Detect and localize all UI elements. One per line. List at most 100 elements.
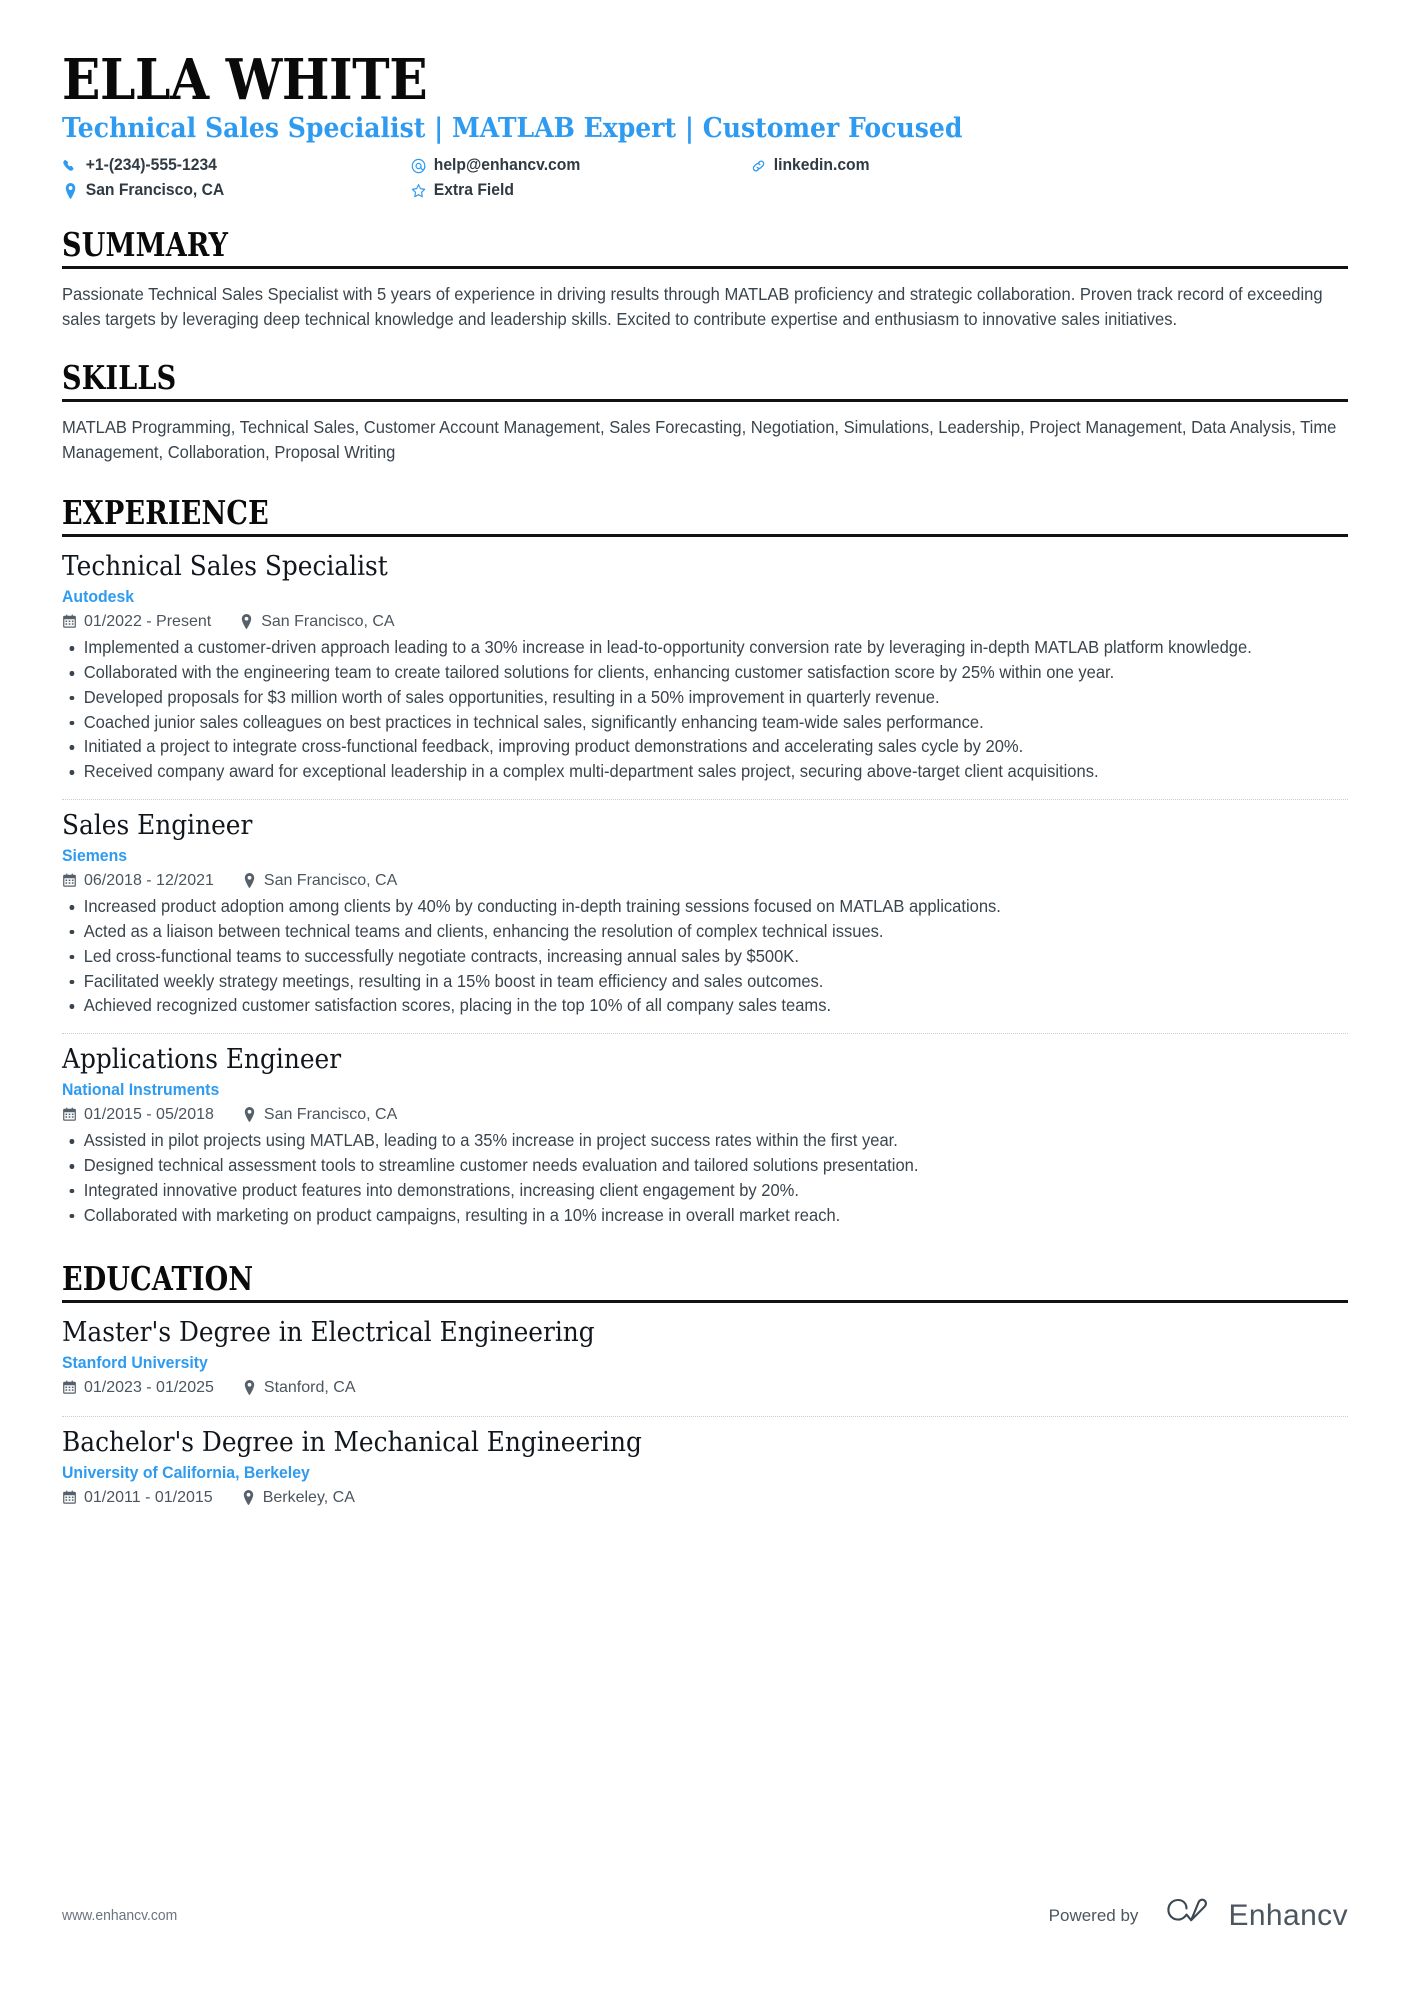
- location-pin-icon: [242, 1379, 257, 1395]
- entry-separator: [62, 1416, 1348, 1418]
- experience-bullet-item: Collaborated with marketing on product c…: [62, 1204, 1369, 1228]
- skills-section: SKILLS MATLAB Programming, Technical Sal…: [62, 357, 1348, 465]
- education-divider: [62, 1299, 1348, 1303]
- experience-entry-location-text: San Francisco, CA: [263, 1106, 398, 1124]
- education-entry-organization[interactable]: Stanford University: [62, 1352, 1258, 1373]
- calendar-icon: [62, 873, 77, 888]
- candidate-headline: Technical Sales Specialist | MATLAB Expe…: [62, 113, 963, 145]
- contact-email-text: help@enhancv.com: [433, 156, 581, 175]
- summary-text: Passionate Technical Sales Specialist wi…: [62, 284, 1323, 329]
- contact-location-text: San Francisco, CA: [85, 180, 225, 199]
- education-entry-dates: 01/2011 - 01/2015: [62, 1488, 213, 1507]
- experience-bullet-item: Achieved recognized customer satisfactio…: [62, 994, 1369, 1018]
- skills-divider: [62, 399, 1348, 403]
- contact-info: +1-(234)-555-1234 help@enhancv.com linke…: [62, 156, 1348, 201]
- contact-phone[interactable]: +1-(234)-555-1234: [62, 156, 393, 176]
- experience-entry-meta: 01/2015 - 05/2018 San Francisco, CA: [62, 1105, 1348, 1124]
- location-pin-icon: [242, 873, 257, 888]
- education-entry: Master's Degree in Electrical Engineerin…: [62, 1316, 1348, 1408]
- contact-extra-field-text: Extra Field: [433, 180, 514, 199]
- experience-entry-location-text: San Francisco, CA: [263, 871, 398, 889]
- experience-entry-dates-text: 01/2015 - 05/2018: [84, 1106, 214, 1124]
- experience-bullet-item: Developed proposals for $3 million worth…: [62, 686, 1369, 710]
- entry-separator: [62, 1033, 1348, 1035]
- contact-location[interactable]: San Francisco, CA: [62, 181, 393, 201]
- experience-entry-organization[interactable]: National Instruments: [62, 1079, 1258, 1100]
- experience-entry-dates: 06/2018 - 12/2021: [62, 871, 214, 890]
- experience-bullet-item: Assisted in pilot projects using MATLAB,…: [62, 1129, 1369, 1153]
- skills-heading: SKILLS: [62, 357, 177, 397]
- education-entry-dates-text: 01/2011 - 01/2015: [84, 1489, 213, 1507]
- experience-entry-location: San Francisco, CA: [242, 1105, 397, 1124]
- skills-text: MATLAB Programming, Technical Sales, Cus…: [62, 417, 1337, 462]
- experience-entry-meta: 01/2022 - Present San Francisco, CA: [62, 612, 1348, 631]
- experience-entry-dates-text: 01/2022 - Present: [84, 613, 212, 631]
- entry-separator: [62, 798, 1348, 800]
- enhancv-brand: Enhancv: [1160, 1898, 1348, 1933]
- experience-bullet-item: Acted as a liaison between technical tea…: [62, 920, 1369, 944]
- experience-entry-dates: 01/2022 - Present: [62, 612, 211, 631]
- experience-entry-location: San Francisco, CA: [242, 871, 397, 890]
- location-pin-icon: [241, 1490, 256, 1505]
- experience-entry-bullets: Assisted in pilot projects using MATLAB,…: [62, 1129, 1348, 1227]
- calendar-icon: [62, 614, 77, 629]
- experience-bullet-item: Collaborated with the engineering team t…: [62, 661, 1369, 685]
- experience-entry-list: Technical Sales Specialist Autodesk 01/202…: [62, 550, 1348, 1235]
- candidate-name: ELLA WHITE: [62, 47, 428, 113]
- experience-entry-bullets: Increased product adoption among clients…: [62, 895, 1348, 1018]
- powered-by-label: Powered by: [1048, 1905, 1139, 1925]
- experience-bullet-item: Integrated innovative product features i…: [62, 1179, 1369, 1203]
- experience-entry-organization[interactable]: Siemens: [62, 845, 1258, 866]
- education-entry-location-text: Berkeley, CA: [262, 1489, 355, 1507]
- education-entry-title: Master's Degree in Electrical Engineerin…: [62, 1316, 595, 1348]
- contact-extra-field[interactable]: Extra Field: [410, 181, 733, 201]
- experience-entry-dates-text: 06/2018 - 12/2021: [84, 871, 214, 889]
- star-icon: [410, 182, 426, 199]
- education-section: EDUCATION Master's Degree in Electrical …: [62, 1260, 1348, 1519]
- location-pin-icon: [239, 614, 254, 629]
- education-entry-dates: 01/2023 - 01/2025: [62, 1378, 214, 1397]
- experience-heading: EXPERIENCE: [62, 492, 269, 532]
- summary-heading: SUMMARY: [62, 224, 229, 264]
- email-icon: [410, 158, 426, 175]
- experience-entry: Sales Engineer Siemens 06/2018 - 12/2021 Sa…: [62, 809, 1348, 1025]
- experience-entry-title: Sales Engineer: [62, 809, 253, 841]
- page-footer: www.enhancv.com Powered by Enhancv: [62, 1898, 1348, 1933]
- calendar-icon: [62, 1380, 77, 1395]
- education-entry-list: Master's Degree in Electrical Engineerin…: [62, 1316, 1348, 1518]
- experience-entry: Technical Sales Specialist Autodesk 01/202…: [62, 550, 1348, 791]
- education-entry-organization[interactable]: University of California, Berkeley: [62, 1462, 1258, 1483]
- contact-linkedin[interactable]: linkedin.com: [750, 156, 1318, 176]
- calendar-icon: [62, 1107, 77, 1122]
- experience-divider: [62, 534, 1348, 538]
- phone-icon: [62, 158, 78, 175]
- education-entry: Bachelor's Degree in Mechanical Engineer…: [62, 1426, 1348, 1518]
- experience-entry-meta: 06/2018 - 12/2021 San Francisco, CA: [62, 871, 1348, 890]
- location-pin-icon: [242, 1107, 257, 1123]
- link-icon: [750, 158, 766, 175]
- enhancv-brand-name: Enhancv: [1228, 1898, 1348, 1932]
- experience-bullet-item: Initiated a project to integrate cross-f…: [62, 735, 1369, 759]
- experience-entry-organization[interactable]: Autodesk: [62, 586, 1258, 607]
- experience-entry-bullets: Implemented a customer-driven approach l…: [62, 636, 1348, 784]
- experience-bullet-item: Coached junior sales colleagues on best …: [62, 711, 1369, 735]
- experience-bullet-item: Designed technical assessment tools to s…: [62, 1154, 1369, 1178]
- education-entry-meta: 01/2011 - 01/2015 Berkeley, CA: [62, 1488, 1348, 1507]
- summary-divider: [62, 266, 1348, 270]
- experience-entry-title: Applications Engineer: [62, 1044, 342, 1076]
- experience-entry-location: San Francisco, CA: [239, 612, 395, 631]
- education-entry-location: Stanford, CA: [242, 1378, 356, 1397]
- experience-entry-title: Technical Sales Specialist: [62, 551, 388, 583]
- footer-website-url[interactable]: www.enhancv.com: [62, 1907, 177, 1924]
- calendar-icon: [62, 1490, 77, 1505]
- education-entry-meta: 01/2023 - 01/2025 Stanford, CA: [62, 1378, 1348, 1397]
- footer-branding: Powered by Enhancv: [1049, 1898, 1348, 1933]
- contact-linkedin-text: linkedin.com: [773, 156, 870, 175]
- contact-email[interactable]: help@enhancv.com: [410, 156, 733, 176]
- experience-entry: Applications Engineer National Instrument…: [62, 1043, 1348, 1234]
- experience-bullet-item: Implemented a customer-driven approach l…: [62, 636, 1369, 660]
- experience-bullet-item: Facilitated weekly strategy meetings, re…: [62, 970, 1369, 994]
- location-icon: [62, 182, 78, 199]
- education-entry-location-text: Stanford, CA: [263, 1378, 356, 1396]
- experience-section: EXPERIENCE Technical Sales Specialist Aut…: [62, 492, 1348, 1235]
